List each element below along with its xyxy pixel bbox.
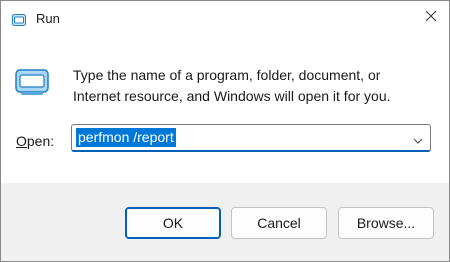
button-bar: OK Cancel Browse... [1, 183, 449, 261]
open-label: Open: [16, 133, 54, 149]
run-dialog-window: Run Type the name of a program, folder, … [0, 0, 450, 262]
open-combobox[interactable]: perfmon /report [71, 124, 431, 152]
ok-button[interactable]: OK [125, 207, 221, 239]
open-label-accelerator: O [16, 133, 27, 149]
open-input-value[interactable]: perfmon /report [76, 128, 176, 147]
title-bar[interactable]: Run [1, 1, 449, 35]
close-button[interactable] [413, 1, 449, 35]
run-app-icon [12, 13, 26, 26]
open-label-text: pen: [26, 133, 55, 149]
chevron-down-icon[interactable] [412, 133, 424, 144]
run-dialog-icon [15, 69, 51, 97]
dialog-description: Type the name of a program, folder, docu… [73, 67, 391, 104]
dialog-content: Type the name of a program, folder, docu… [1, 35, 449, 183]
window-title: Run [36, 11, 60, 26]
close-icon [425, 9, 437, 27]
cancel-button[interactable]: Cancel [231, 207, 327, 239]
browse-button[interactable]: Browse... [338, 207, 434, 239]
